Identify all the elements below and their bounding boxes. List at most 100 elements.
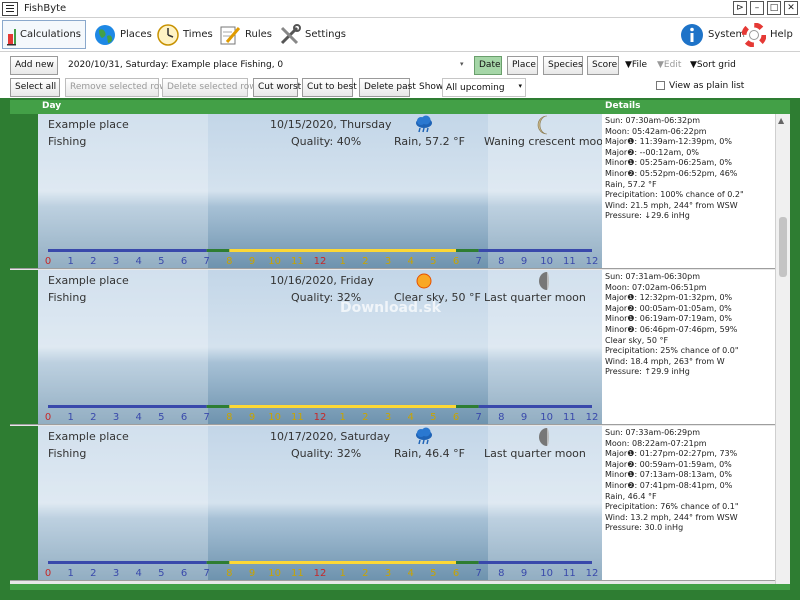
chevron-down-icon: ▾ [518,82,522,90]
detail-line: Major❷: --00:12am, 0% [605,147,699,157]
day-column-header[interactable]: Day [42,101,61,111]
edit-menu[interactable]: ▼Edit [657,60,681,70]
show-filter-select[interactable]: All upcoming ▾ [442,78,526,97]
help-button[interactable]: Help [738,20,797,49]
detail-line: Rain, 57.2 °F [605,179,657,189]
detail-line: Minor❷: 07:41pm-08:41pm, 0% [605,480,733,490]
details-panel: Sun: 07:33am-06:29pm Moon: 08:22am-07:21p… [602,426,775,580]
row-selector[interactable] [10,426,38,580]
detail-line: Moon: 05:42am-06:22pm [605,126,707,136]
hour-tick-label: 9 [521,256,527,267]
timeline-segment [229,561,456,564]
remove-selected-rows-button[interactable]: Remove selected rows [65,78,171,97]
hour-tick-label: 3 [385,256,391,267]
hour-tick-label: 12 [586,256,599,267]
view-plain-list-checkbox[interactable]: View as plain list [656,81,744,91]
sort-species-button[interactable]: Species [543,56,583,75]
cut-to-best-button[interactable]: Cut to best [302,78,357,97]
minimize-button[interactable]: – [750,1,764,15]
pin-button[interactable]: ⊳ [733,1,747,15]
hour-tick-label: 10 [268,412,281,423]
delete-past-button[interactable]: Delete past [359,78,416,97]
details-panel: Sun: 07:31am-06:30pm Moon: 07:02am-06:51p… [602,270,775,424]
cut-worst-button[interactable]: Cut worst [253,78,301,97]
row-selector[interactable] [10,270,38,424]
system-menu-icon[interactable] [2,1,18,16]
timeline-segment [456,249,479,252]
hour-tick-label: 3 [113,412,119,423]
hour-tick-label: 2 [362,256,368,267]
window-title: FishByte [24,3,67,14]
rules-button[interactable]: Rules [215,20,276,49]
detail-line: Minor❷: 06:46pm-07:46pm, 59% [605,324,738,334]
clock-icon [157,23,179,46]
entry-dropdown-arrow[interactable]: ▾ [460,60,464,68]
detail-line: Rain, 46.4 °F [605,491,657,501]
title-bar: FishByte ⊳ – □ ✕ [0,0,800,18]
hourly-timeline: 0 1 2 3 4 5 6 7 8 9 10 11 12 1 2 3 4 5 6 7 8 9 10 11 12 [45,249,599,267]
detail-line: Sun: 07:33am-06:29pm [605,428,701,437]
day-forecast-scene[interactable]: Example place Fishing 10/17/2020, Saturday… [38,426,602,580]
hour-tick-label: 9 [249,412,255,423]
hour-tick-label: 12 [586,412,599,423]
calculations-button[interactable]: Calculations [2,20,86,49]
hourly-timeline: 0 1 2 3 4 5 6 7 8 9 10 11 12 1 2 3 4 5 6 7 8 9 10 11 12 [45,405,599,423]
hour-tick-label: 0 [45,568,51,579]
detail-line: Pressure: ↓29.6 inHg [605,211,690,221]
close-button[interactable]: ✕ [784,1,798,15]
show-label: Show [419,82,444,92]
lifebuoy-icon [742,22,766,47]
day-row[interactable]: Example place Fishing 10/17/2020, Saturday… [10,426,775,581]
hour-tick-label: 0 [45,412,51,423]
timeline-segment [48,405,207,408]
detail-line: Major❷: 00:05am-01:05am, 0% [605,303,732,313]
day-row[interactable]: Example place Fishing 10/16/2020, Friday Qu… [10,270,775,425]
delete-selected-rows-button[interactable]: Delete selected rows [162,78,261,97]
hour-tick-label: 11 [291,568,304,579]
row-selector[interactable] [10,114,38,268]
scroll-up-arrow[interactable]: ▲ [778,116,784,125]
day-forecast-scene[interactable]: Example place Fishing 10/15/2020, Thursday… [38,114,602,268]
hour-tick-label: 4 [407,256,413,267]
times-button[interactable]: Times [153,20,217,49]
globe-icon [95,24,115,45]
timeline-segment [206,405,230,408]
hour-tick-label: 6 [453,568,459,579]
hour-tick-label: 8 [226,256,232,267]
vertical-scrollbar[interactable]: ▲ [775,114,790,584]
day-row[interactable]: Example place Fishing 10/15/2020, Thursday… [10,114,775,269]
sort-date-button[interactable]: Date [474,56,502,75]
hour-tick-label: 8 [226,568,232,579]
hour-tick-label: 9 [249,256,255,267]
hour-tick-label: 7 [475,256,481,267]
day-forecast-scene[interactable]: Example place Fishing 10/16/2020, Friday Qu… [38,270,602,424]
timeline-segment [456,561,479,564]
maximize-button[interactable]: □ [767,1,781,15]
detail-line: Major❶: 11:39am-12:39pm, 0% [605,137,732,147]
settings-button[interactable]: Settings [275,20,350,49]
sort-score-button[interactable]: Score [587,56,619,75]
places-button[interactable]: Places [90,20,156,49]
hour-tick-label: 3 [113,256,119,267]
select-all-button[interactable]: Select all [10,78,60,97]
scrollbar-thumb[interactable] [779,217,787,277]
hour-tick-label: 12 [314,256,327,267]
hour-tick-label: 1 [67,412,73,423]
hour-tick-label: 10 [540,256,553,267]
file-menu[interactable]: ▼File [625,60,647,70]
detail-line: Minor❶: 06:19am-07:19am, 0% [605,314,732,324]
detail-line: Precipitation: 25% chance of 0.0" [605,346,739,356]
detail-line: Minor❶: 05:25am-06:25am, 0% [605,158,732,168]
info-icon [681,23,703,46]
details-column-header[interactable]: Details [605,101,640,111]
hour-tick-label: 7 [203,412,209,423]
hour-tick-label: 6 [453,256,459,267]
hour-tick-label: 2 [362,412,368,423]
hour-tick-label: 6 [181,568,187,579]
sort-place-button[interactable]: Place [507,56,538,75]
hour-tick-label: 5 [158,568,164,579]
sort-grid-menu[interactable]: ▼Sort grid [690,60,736,70]
add-new-button[interactable]: Add new [10,56,58,75]
hour-tick-label: 1 [339,568,345,579]
detail-line: Wind: 13.2 mph, 244° from WSW [605,512,738,522]
